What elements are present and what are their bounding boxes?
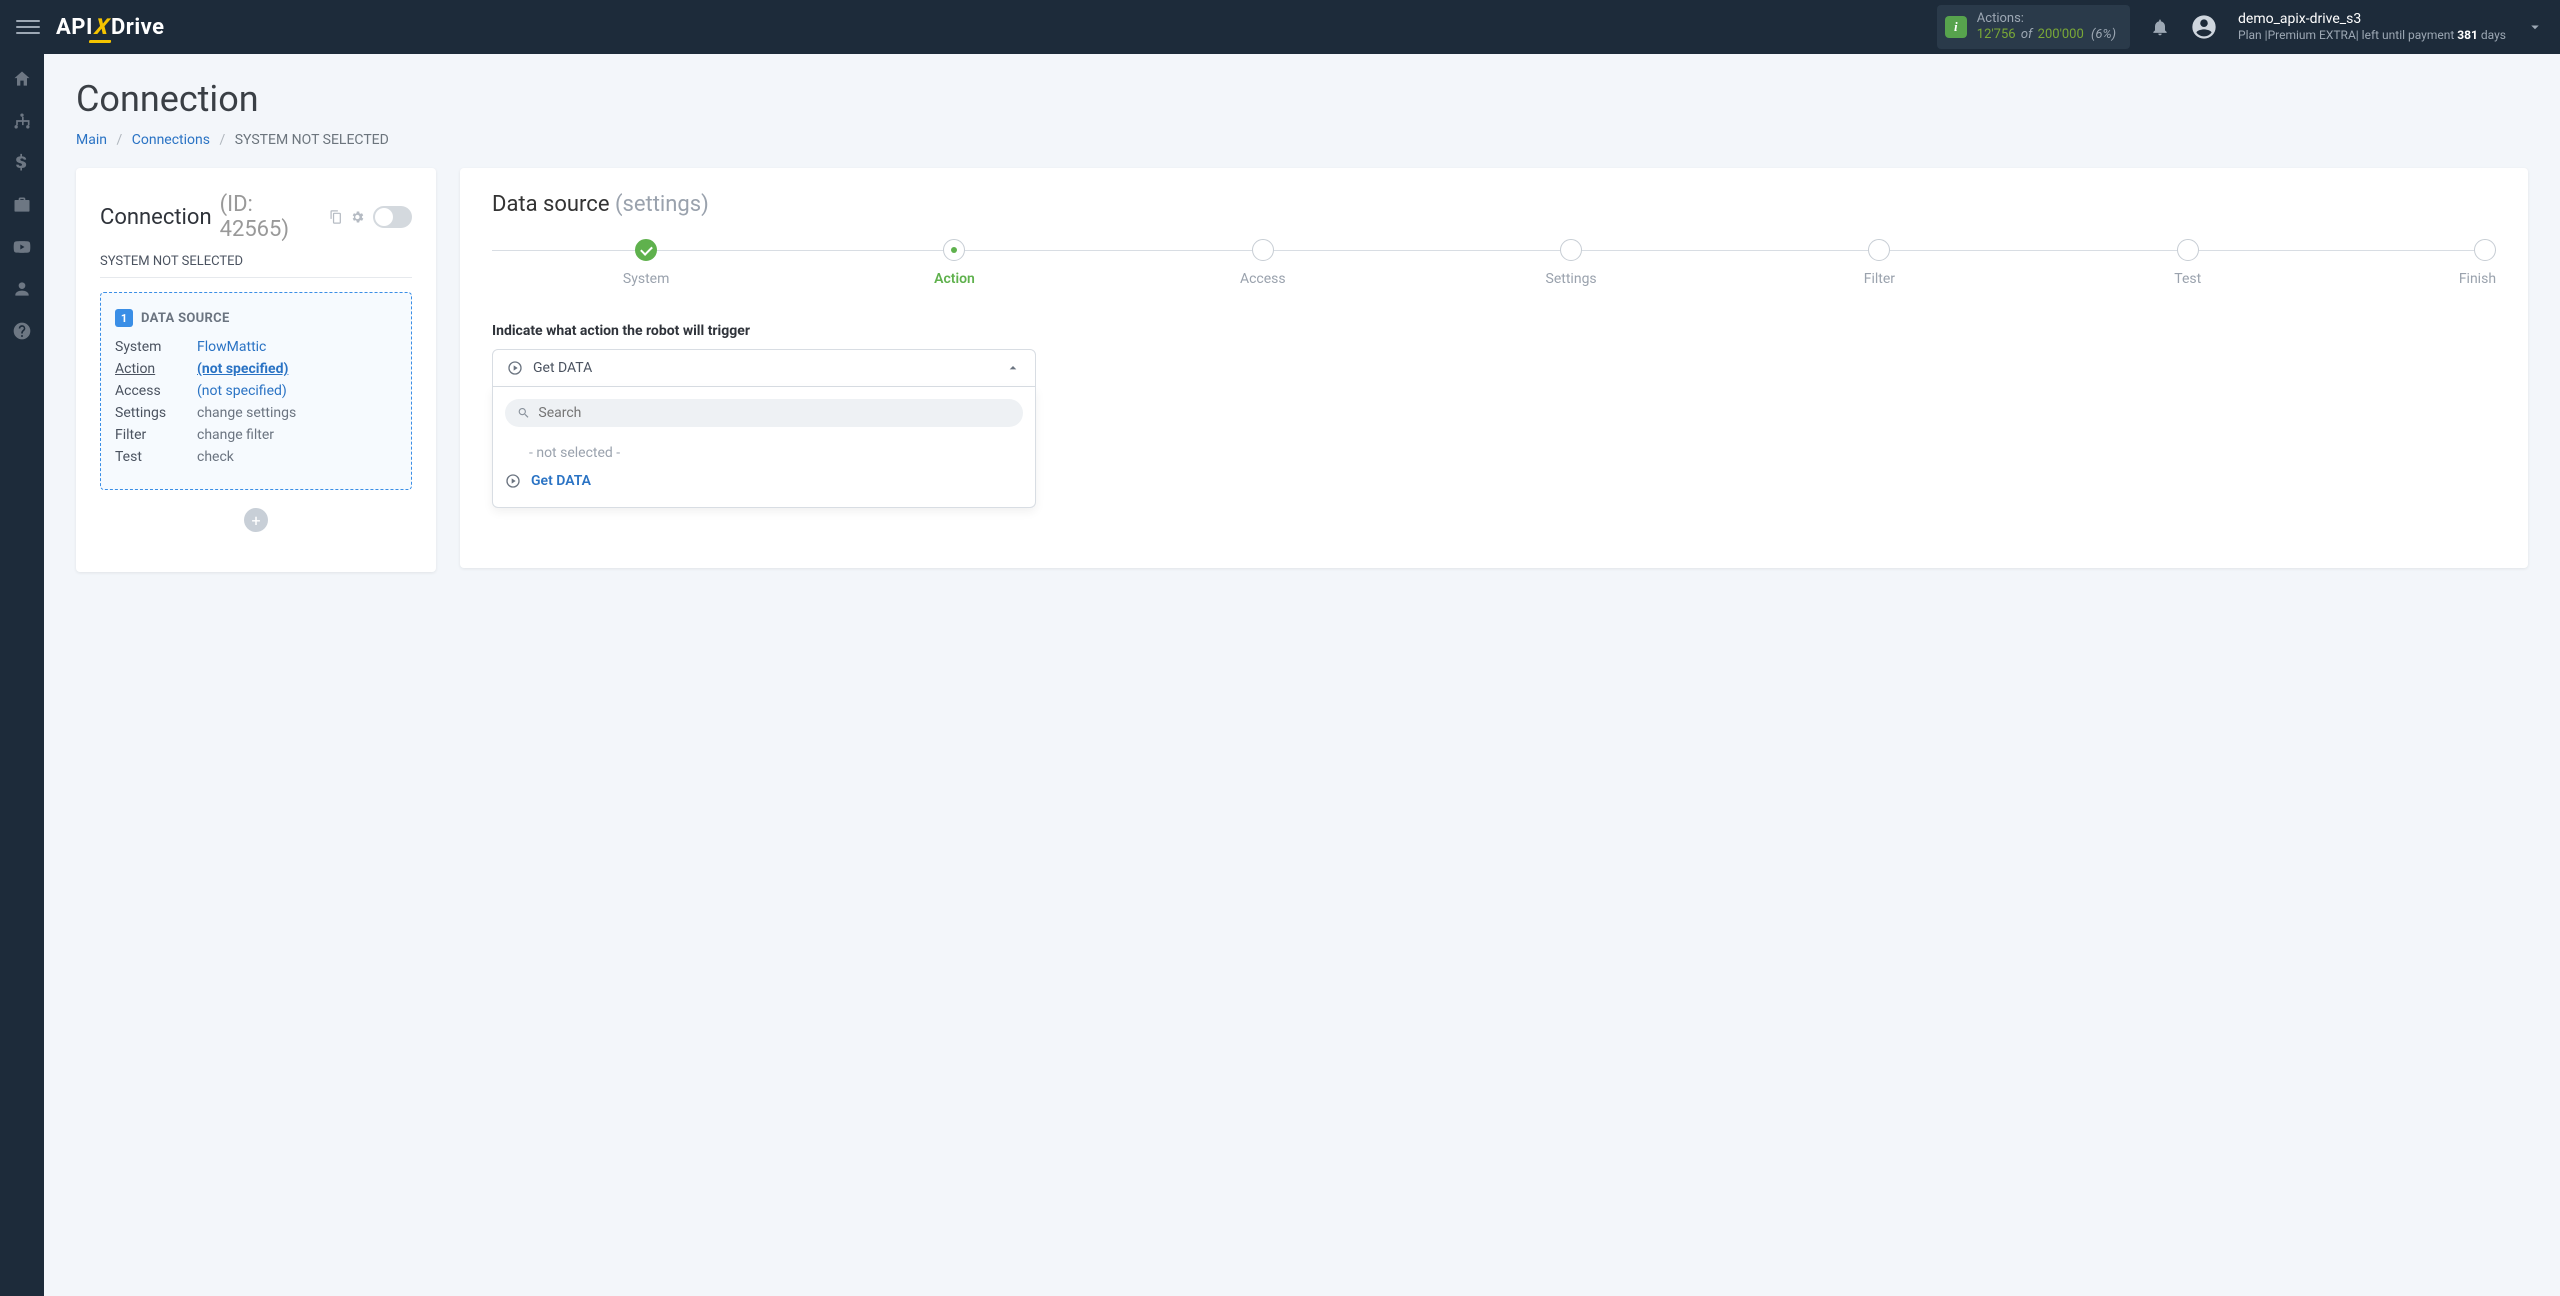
step-label-system: System	[623, 271, 669, 287]
sidebar-connections[interactable]	[0, 100, 44, 142]
step-label-settings: Settings	[1546, 271, 1597, 287]
play-icon	[507, 360, 523, 376]
topbar-right: i Actions: 12'756 of 200'000 (6%) demo_a…	[1937, 5, 2544, 48]
actions-label: Actions:	[1977, 11, 2116, 27]
action-dropdown: - not selected - Get DATA	[492, 387, 1036, 508]
step-finish[interactable]	[2474, 239, 2496, 261]
step-label-filter: Filter	[1864, 271, 1895, 287]
connection-toggle[interactable]	[373, 206, 412, 228]
data-source-number: 1	[115, 309, 133, 327]
action-search-input[interactable]	[538, 405, 1011, 421]
logo-drive: Drive	[111, 15, 165, 40]
connection-title: Connection	[100, 205, 212, 230]
step-filter[interactable]	[1868, 239, 1890, 261]
actions-counter[interactable]: i Actions: 12'756 of 200'000 (6%)	[1937, 5, 2130, 48]
ds-key-access: Access	[115, 383, 197, 399]
actions-numbers: 12'756 of 200'000 (6%)	[1977, 27, 2116, 43]
connection-id: (ID: 42565)	[220, 192, 320, 242]
add-destination-button[interactable]: +	[244, 508, 268, 532]
data-source-label: DATA SOURCE	[141, 311, 230, 326]
step-label-access: Access	[1240, 271, 1286, 287]
info-icon: i	[1945, 16, 1967, 38]
ds-val-access[interactable]: (not specified)	[197, 383, 287, 399]
crumb-connections[interactable]: Connections	[132, 132, 210, 148]
sidebar-briefcase[interactable]	[0, 184, 44, 226]
ds-val-test[interactable]: check	[197, 449, 234, 465]
step-test[interactable]	[2177, 239, 2199, 261]
topbar: API X Drive i Actions: 12'756 of 200'000…	[0, 0, 2560, 54]
step-label-test: Test	[2174, 271, 2201, 287]
step-action[interactable]	[943, 239, 965, 261]
action-form-label: Indicate what action the robot will trig…	[492, 323, 2496, 339]
step-access[interactable]	[1252, 239, 1274, 261]
sidebar-youtube[interactable]	[0, 226, 44, 268]
chevron-down-icon[interactable]	[2526, 18, 2544, 36]
action-selected-value: Get DATA	[533, 360, 592, 376]
main: Connection Main / Connections / SYSTEM N…	[44, 54, 2560, 596]
gear-icon[interactable]	[350, 209, 365, 225]
account-plan: Plan |Premium EXTRA| left until payment …	[2238, 28, 2506, 42]
ds-val-settings[interactable]: change settings	[197, 405, 296, 421]
sidebar	[0, 54, 44, 1296]
ds-key-settings: Settings	[115, 405, 197, 421]
settings-title: Data source (settings)	[492, 192, 2496, 217]
ds-val-action[interactable]: (not specified)	[197, 361, 288, 377]
avatar-icon[interactable]	[2190, 13, 2218, 41]
data-source-box[interactable]: 1 DATA SOURCE SystemFlowMattic Action(no…	[100, 292, 412, 490]
action-search-box[interactable]	[505, 399, 1023, 427]
logo-x: X	[93, 15, 111, 40]
action-option-none: - not selected -	[505, 439, 1023, 467]
logo-api: API	[56, 15, 93, 40]
sidebar-home[interactable]	[0, 58, 44, 100]
hamburger-menu[interactable]	[16, 20, 40, 34]
connection-subtitle: SYSTEM NOT SELECTED	[100, 254, 412, 269]
breadcrumb: Main / Connections / SYSTEM NOT SELECTED	[76, 132, 2528, 148]
sidebar-profile[interactable]	[0, 268, 44, 310]
actions-max: 200'000	[2038, 27, 2084, 42]
page-title: Connection	[76, 78, 2528, 120]
bell-icon[interactable]	[2150, 17, 2170, 37]
step-system[interactable]	[635, 239, 657, 261]
play-icon	[505, 473, 521, 489]
copy-icon[interactable]	[328, 209, 343, 225]
account-block[interactable]: demo_apix-drive_s3 Plan |Premium EXTRA| …	[2238, 11, 2506, 42]
logo[interactable]: API X Drive	[56, 15, 165, 40]
account-name: demo_apix-drive_s3	[2238, 11, 2506, 28]
settings-card: Data source (settings) System Action Acc…	[460, 168, 2528, 568]
step-label-finish: Finish	[2459, 271, 2496, 287]
step-settings[interactable]	[1560, 239, 1582, 261]
actions-pct: (6%)	[2091, 27, 2116, 42]
ds-key-action: Action	[115, 361, 197, 377]
ds-key-test: Test	[115, 449, 197, 465]
ds-key-filter: Filter	[115, 427, 197, 443]
step-label-action: Action	[934, 271, 975, 287]
ds-val-filter[interactable]: change filter	[197, 427, 274, 443]
crumb-current: SYSTEM NOT SELECTED	[235, 132, 389, 148]
connection-card: Connection (ID: 42565) SYSTEM NOT SELECT…	[76, 168, 436, 572]
search-icon	[517, 406, 530, 420]
chevron-up-icon	[1005, 360, 1021, 376]
crumb-main[interactable]: Main	[76, 132, 107, 148]
actions-current: 12'756	[1977, 27, 2016, 42]
sidebar-help[interactable]	[0, 310, 44, 352]
stepper: System Action Access Settings Filter Tes…	[492, 239, 2496, 287]
sidebar-billing[interactable]	[0, 142, 44, 184]
ds-key-system: System	[115, 339, 197, 355]
action-select[interactable]: Get DATA	[492, 349, 1036, 387]
ds-val-system[interactable]: FlowMattic	[197, 339, 266, 355]
action-select-wrap: Get DATA - not selected - Get DATA	[492, 349, 1036, 508]
action-option-get-data[interactable]: Get DATA	[505, 467, 1023, 495]
actions-of: of	[2021, 27, 2033, 42]
divider	[100, 277, 412, 278]
